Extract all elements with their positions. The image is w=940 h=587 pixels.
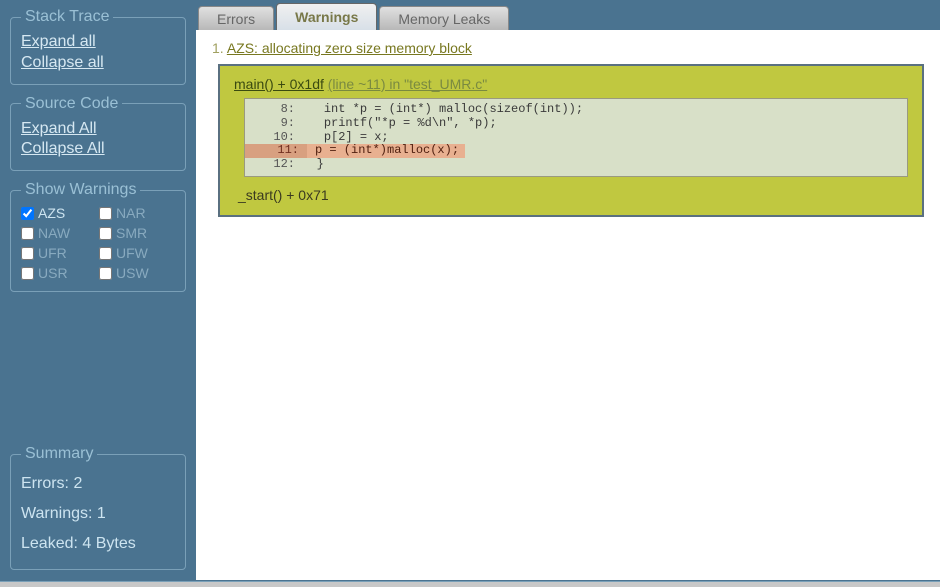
source-code-group: Source Code Expand All Collapse All [10,95,186,172]
warning-block: main() + 0x1df (line ~11) in "test_UMR.c… [218,64,924,217]
summary-errors: Errors: 2 [21,469,175,499]
collapse-all-stack[interactable]: Collapse all [21,53,175,74]
code-line-9: 9: printf("*p = %d\n", *p); [245,117,907,131]
tab-bar: Errors Warnings Memory Leaks [196,0,940,30]
warning-number: 1. [212,40,224,56]
code-line-12: 12: } [245,158,907,172]
filter-smr-checkbox[interactable] [99,227,112,240]
warning-title[interactable]: AZS: allocating zero size memory block [227,40,472,56]
filter-ufw-checkbox[interactable] [99,247,112,260]
summary-leaked: Leaked: 4 Bytes [21,529,175,559]
filter-usw[interactable]: USW [99,265,175,281]
source-snippet: 8: int *p = (int*) malloc(sizeof(int)); … [244,98,908,177]
frame-bottom: _start() + 0x71 [238,187,908,203]
filter-naw[interactable]: NAW [21,225,97,241]
filter-azs-checkbox[interactable] [21,207,34,220]
filter-ufr-checkbox[interactable] [21,247,34,260]
warning-item-header: 1. AZS: allocating zero size memory bloc… [212,40,924,56]
sidebar: Stack Trace Expand all Collapse all Sour… [0,0,196,580]
expand-all-source[interactable]: Expand All [21,119,175,140]
filter-nar-checkbox[interactable] [99,207,112,220]
summary-warnings: Warnings: 1 [21,499,175,529]
show-warnings-legend: Show Warnings [21,181,140,199]
tab-memory-leaks[interactable]: Memory Leaks [379,6,509,30]
filter-naw-checkbox[interactable] [21,227,34,240]
code-line-11-highlight: 11:p = (int*)malloc(x); [245,144,907,158]
main-area: Errors Warnings Memory Leaks 1. AZS: all… [196,0,940,580]
stack-trace-group: Stack Trace Expand all Collapse all [10,8,186,85]
content: 1. AZS: allocating zero size memory bloc… [196,30,940,227]
source-code-legend: Source Code [21,95,122,113]
filter-usw-checkbox[interactable] [99,267,112,280]
filter-ufr[interactable]: UFR [21,245,97,261]
stack-trace-legend: Stack Trace [21,8,113,26]
frame-top-info[interactable]: (line ~11) in "test_UMR.c" [328,76,487,92]
tab-warnings[interactable]: Warnings [276,3,377,30]
tab-errors[interactable]: Errors [198,6,274,30]
filter-nar[interactable]: NAR [99,205,175,221]
frame-top-main[interactable]: main() + 0x1df [234,76,324,92]
filter-usr-checkbox[interactable] [21,267,34,280]
bottom-separator [0,581,940,587]
summary-group: Summary Errors: 2 Warnings: 1 Leaked: 4 … [10,445,186,570]
filter-azs[interactable]: AZS [21,205,97,221]
code-line-8: 8: int *p = (int*) malloc(sizeof(int)); [245,103,907,117]
filter-smr[interactable]: SMR [99,225,175,241]
show-warnings-group: Show Warnings AZS NAR NAW SMR UFR UFW US… [10,181,186,292]
collapse-all-source[interactable]: Collapse All [21,139,175,160]
filter-usr[interactable]: USR [21,265,97,281]
summary-legend: Summary [21,445,97,463]
code-line-10: 10: p[2] = x; [245,131,907,145]
filter-ufw[interactable]: UFW [99,245,175,261]
expand-all-stack[interactable]: Expand all [21,32,175,53]
frame-top: main() + 0x1df (line ~11) in "test_UMR.c… [234,76,908,92]
